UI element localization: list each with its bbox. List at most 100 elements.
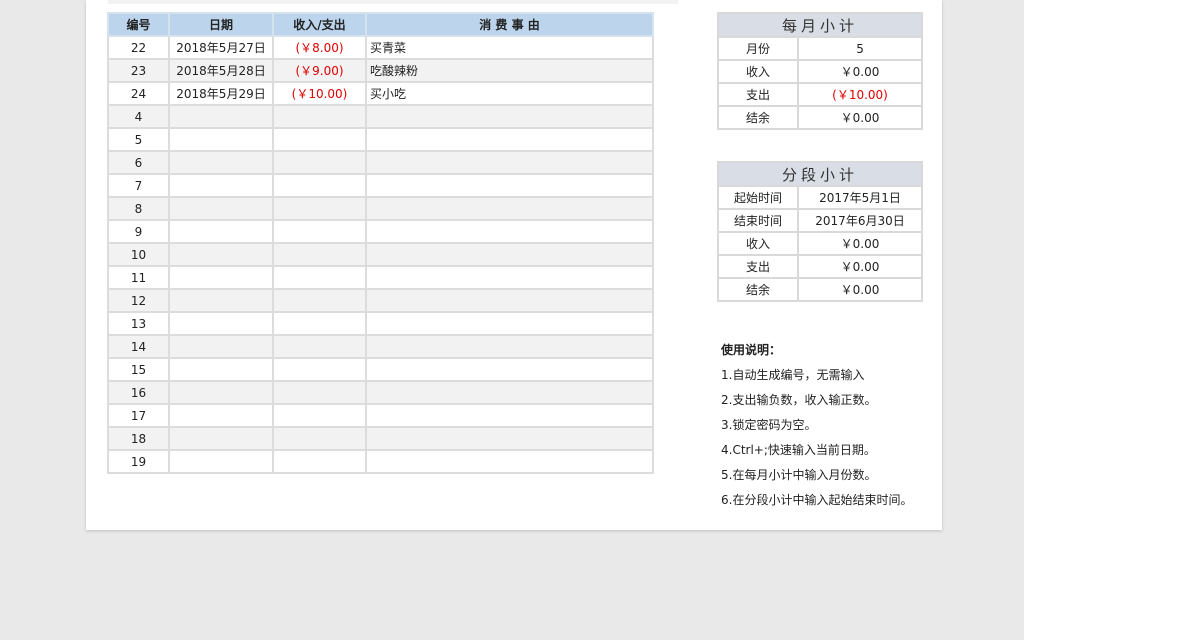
ledger-cell-date[interactable] bbox=[168, 380, 274, 405]
header-date[interactable]: 日期 bbox=[168, 12, 274, 37]
ledger-cell-no[interactable]: 11 bbox=[107, 265, 170, 290]
ledger-cell-no[interactable]: 13 bbox=[107, 311, 170, 336]
ledger-cell-amount[interactable] bbox=[272, 173, 367, 198]
ledger-cell-amount[interactable] bbox=[272, 403, 367, 428]
ledger-cell-amount[interactable] bbox=[272, 449, 367, 474]
ledger-cell-date[interactable] bbox=[168, 104, 274, 129]
ledger-cell-amount[interactable] bbox=[272, 380, 367, 405]
ledger-cell-amount[interactable] bbox=[272, 265, 367, 290]
ledger-cell-no[interactable]: 23 bbox=[107, 58, 170, 83]
ledger-cell-date[interactable] bbox=[168, 150, 274, 175]
ledger-cell-date[interactable] bbox=[168, 403, 274, 428]
ledger-cell-reason[interactable] bbox=[365, 242, 654, 267]
ledger-cell-amount[interactable] bbox=[272, 288, 367, 313]
ledger-cell-no[interactable]: 16 bbox=[107, 380, 170, 405]
ledger-cell-date[interactable] bbox=[168, 449, 274, 474]
monthly-month-input[interactable]: 5 bbox=[796, 36, 924, 61]
ledger-cell-no[interactable]: 12 bbox=[107, 288, 170, 313]
ledger-cell-reason[interactable] bbox=[365, 449, 654, 474]
period-label: 结束时间 bbox=[717, 208, 799, 233]
ledger-cell-amount[interactable] bbox=[272, 242, 367, 267]
ledger-cell-no[interactable]: 17 bbox=[107, 403, 170, 428]
ledger-cell-date[interactable] bbox=[168, 426, 274, 451]
ledger-cell-reason[interactable]: 买小吃 bbox=[365, 81, 654, 106]
ledger-cell-date[interactable] bbox=[168, 173, 274, 198]
ledger-row: 8 bbox=[107, 196, 654, 221]
ledger-cell-date[interactable] bbox=[168, 311, 274, 336]
ledger-cell-no[interactable]: 15 bbox=[107, 357, 170, 382]
expense-ledger-table: 编号 日期 收入/支出 消 费 事 由 22 2018年5月27日 (￥8.00) 买… bbox=[107, 12, 654, 474]
ledger-cell-amount[interactable] bbox=[272, 426, 367, 451]
ledger-cell-amount[interactable] bbox=[272, 150, 367, 175]
ledger-cell-amount[interactable] bbox=[272, 311, 367, 336]
ledger-cell-amount[interactable] bbox=[272, 127, 367, 152]
ledger-cell-reason[interactable] bbox=[365, 357, 654, 382]
ledger-cell-reason[interactable]: 吃酸辣粉 bbox=[365, 58, 654, 83]
ledger-cell-reason[interactable] bbox=[365, 196, 654, 221]
ledger-cell-date[interactable]: 2018年5月28日 bbox=[168, 58, 274, 83]
ledger-cell-date[interactable] bbox=[168, 334, 274, 359]
ledger-cell-date[interactable] bbox=[168, 127, 274, 152]
ledger-cell-no[interactable]: 22 bbox=[107, 35, 170, 60]
ledger-cell-reason[interactable] bbox=[365, 265, 654, 290]
usage-notes: 使用说明： 1.自动生成编号，无需输入 2.支出输负数，收入输正数。 3.锁定密… bbox=[721, 338, 941, 513]
monthly-income-value[interactable]: ￥0.00 bbox=[796, 59, 924, 84]
ledger-cell-amount[interactable] bbox=[272, 219, 367, 244]
ledger-cell-amount[interactable] bbox=[272, 357, 367, 382]
period-income-value[interactable]: ￥0.00 bbox=[796, 231, 924, 256]
ledger-cell-reason[interactable] bbox=[365, 288, 654, 313]
ledger-cell-no[interactable]: 4 bbox=[107, 104, 170, 129]
period-end-date-input[interactable]: 2017年6月30日 bbox=[796, 208, 924, 233]
ledger-cell-date[interactable]: 2018年5月27日 bbox=[168, 35, 274, 60]
ledger-cell-reason[interactable]: 买青菜 bbox=[365, 35, 654, 60]
period-row-balance: 结余 ￥0.00 bbox=[717, 277, 924, 302]
monthly-row-income: 收入 ￥0.00 bbox=[717, 59, 924, 84]
header-reason[interactable]: 消 费 事 由 bbox=[365, 12, 654, 37]
ledger-cell-reason[interactable] bbox=[365, 311, 654, 336]
ledger-cell-reason[interactable] bbox=[365, 150, 654, 175]
ledger-cell-reason[interactable] bbox=[365, 127, 654, 152]
monthly-balance-value[interactable]: ￥0.00 bbox=[796, 105, 924, 130]
header-no[interactable]: 编号 bbox=[107, 12, 170, 37]
usage-note-item: 1.自动生成编号，无需输入 bbox=[721, 368, 865, 382]
ledger-cell-no[interactable]: 14 bbox=[107, 334, 170, 359]
ledger-cell-no[interactable]: 8 bbox=[107, 196, 170, 221]
ledger-cell-amount[interactable] bbox=[272, 196, 367, 221]
ledger-cell-no[interactable]: 5 bbox=[107, 127, 170, 152]
ledger-cell-reason[interactable] bbox=[365, 380, 654, 405]
ledger-cell-no[interactable]: 9 bbox=[107, 219, 170, 244]
ledger-cell-no[interactable]: 10 bbox=[107, 242, 170, 267]
ledger-cell-reason[interactable] bbox=[365, 219, 654, 244]
ledger-cell-no[interactable]: 19 bbox=[107, 449, 170, 474]
ledger-cell-date[interactable] bbox=[168, 196, 274, 221]
period-balance-value[interactable]: ￥0.00 bbox=[796, 277, 924, 302]
ledger-cell-reason[interactable] bbox=[365, 334, 654, 359]
ledger-cell-date[interactable] bbox=[168, 265, 274, 290]
monthly-label: 支出 bbox=[717, 82, 799, 107]
ledger-row: 17 bbox=[107, 403, 654, 428]
ledger-cell-date[interactable] bbox=[168, 288, 274, 313]
ledger-cell-amount[interactable] bbox=[272, 334, 367, 359]
ledger-cell-amount[interactable] bbox=[272, 104, 367, 129]
ledger-cell-reason[interactable] bbox=[365, 403, 654, 428]
header-amount[interactable]: 收入/支出 bbox=[272, 12, 367, 37]
ledger-row: 23 2018年5月28日 (￥9.00) 吃酸辣粉 bbox=[107, 58, 654, 83]
ledger-cell-amount[interactable]: (￥10.00) bbox=[272, 81, 367, 106]
period-start-date-input[interactable]: 2017年5月1日 bbox=[796, 185, 924, 210]
ledger-cell-no[interactable]: 6 bbox=[107, 150, 170, 175]
ledger-cell-date[interactable] bbox=[168, 219, 274, 244]
ledger-cell-amount[interactable]: (￥8.00) bbox=[272, 35, 367, 60]
ledger-cell-reason[interactable] bbox=[365, 104, 654, 129]
ledger-cell-date[interactable]: 2018年5月29日 bbox=[168, 81, 274, 106]
ledger-cell-no[interactable]: 24 bbox=[107, 81, 170, 106]
ledger-row: 5 bbox=[107, 127, 654, 152]
monthly-expense-value[interactable]: (￥10.00) bbox=[796, 82, 924, 107]
period-expense-value[interactable]: ￥0.00 bbox=[796, 254, 924, 279]
ledger-cell-no[interactable]: 18 bbox=[107, 426, 170, 451]
ledger-cell-amount[interactable]: (￥9.00) bbox=[272, 58, 367, 83]
ledger-cell-no[interactable]: 7 bbox=[107, 173, 170, 198]
ledger-cell-reason[interactable] bbox=[365, 173, 654, 198]
ledger-cell-date[interactable] bbox=[168, 242, 274, 267]
ledger-cell-reason[interactable] bbox=[365, 426, 654, 451]
ledger-cell-date[interactable] bbox=[168, 357, 274, 382]
